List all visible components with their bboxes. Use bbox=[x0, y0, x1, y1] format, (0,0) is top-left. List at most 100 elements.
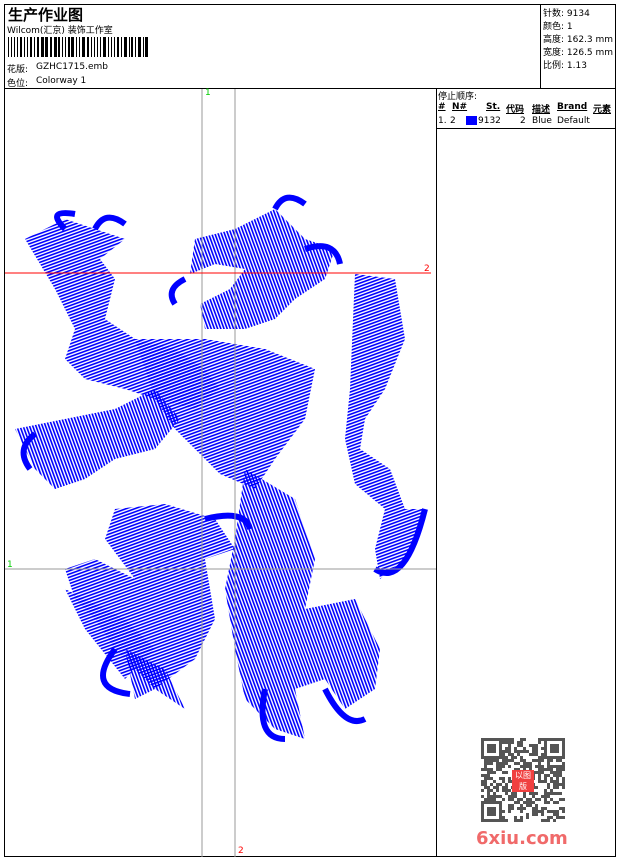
qr-module bbox=[490, 762, 493, 765]
col-index: # bbox=[438, 102, 446, 112]
qr-module bbox=[550, 771, 553, 774]
qr-module bbox=[535, 750, 538, 753]
qr-module bbox=[499, 765, 502, 768]
row-code: 2 bbox=[520, 116, 526, 126]
qr-module bbox=[511, 738, 514, 741]
qr-module bbox=[520, 810, 523, 813]
qr-module bbox=[487, 777, 490, 780]
qr-module bbox=[544, 795, 547, 798]
qr-module bbox=[541, 756, 544, 759]
qr-module bbox=[505, 786, 508, 789]
qr-module bbox=[484, 774, 487, 777]
qr-module bbox=[538, 765, 541, 768]
qr-module bbox=[490, 789, 493, 792]
qr-module bbox=[544, 801, 547, 804]
col-stitches: St. bbox=[486, 102, 501, 112]
qr-module bbox=[508, 780, 511, 783]
qr-module bbox=[508, 810, 511, 813]
qr-module bbox=[547, 786, 550, 789]
qr-module bbox=[520, 756, 523, 759]
qr-module bbox=[535, 798, 538, 801]
qr-module bbox=[481, 774, 484, 777]
qr-module bbox=[481, 768, 484, 771]
design-label: 花版: bbox=[7, 65, 29, 75]
qr-module bbox=[508, 795, 511, 798]
qr-module bbox=[520, 765, 523, 768]
qr-module bbox=[484, 798, 487, 801]
qr-module bbox=[511, 795, 514, 798]
qr-module bbox=[559, 765, 562, 768]
qr-module bbox=[523, 792, 526, 795]
qr-module bbox=[532, 795, 535, 798]
qr-module bbox=[553, 783, 556, 786]
qr-module bbox=[508, 741, 511, 744]
qr-module bbox=[502, 780, 505, 783]
qr-module bbox=[490, 798, 493, 801]
qr-module bbox=[559, 783, 562, 786]
qr-module bbox=[538, 798, 541, 801]
qr-module bbox=[505, 762, 508, 765]
qr-module bbox=[544, 774, 547, 777]
qr-module bbox=[541, 810, 544, 813]
qr-module bbox=[505, 741, 508, 744]
qr-module bbox=[517, 798, 520, 801]
qr-module bbox=[517, 762, 520, 765]
qr-module bbox=[529, 753, 532, 756]
qr-module bbox=[484, 762, 487, 765]
row-stitches: 9132 bbox=[478, 116, 501, 126]
qr-module bbox=[508, 744, 511, 747]
qr-module bbox=[526, 750, 529, 753]
qr-module bbox=[514, 747, 517, 750]
design-file: GZHC1715.emb bbox=[36, 62, 108, 72]
qr-module bbox=[541, 819, 544, 822]
qr-module bbox=[514, 795, 517, 798]
qr-module bbox=[505, 783, 508, 786]
marker-v2: 2 bbox=[238, 846, 244, 856]
qr-module bbox=[559, 771, 562, 774]
qr-module bbox=[556, 768, 559, 771]
qr-module bbox=[535, 771, 538, 774]
design-scale: 比例: 1.13 bbox=[543, 61, 587, 71]
qr-module bbox=[550, 759, 553, 762]
qr-module bbox=[559, 759, 562, 762]
qr-module bbox=[529, 762, 532, 765]
qr-module bbox=[490, 768, 493, 771]
marker-h2: 2 bbox=[424, 264, 430, 274]
qr-module bbox=[514, 792, 517, 795]
qr-module bbox=[532, 807, 535, 810]
qr-module bbox=[496, 783, 499, 786]
qr-module bbox=[532, 750, 535, 753]
row-description: Blue bbox=[532, 116, 552, 126]
qr-module bbox=[553, 765, 556, 768]
qr-module bbox=[484, 759, 487, 762]
qr-module bbox=[562, 765, 565, 768]
embroidery-region bbox=[190, 209, 335, 329]
qr-module bbox=[556, 771, 559, 774]
qr-module bbox=[523, 750, 526, 753]
qr-module bbox=[562, 762, 565, 765]
qr-module bbox=[535, 786, 538, 789]
qr-module bbox=[487, 759, 490, 762]
embroidery-curl bbox=[272, 194, 307, 211]
qr-module bbox=[496, 786, 499, 789]
qr-module bbox=[535, 753, 538, 756]
qr-module bbox=[517, 741, 520, 744]
col-element: 元素 bbox=[593, 105, 612, 115]
qr-module bbox=[532, 744, 535, 747]
production-worksheet: 生产作业图 Wilcom(汇京) 装饰工作室 花版: GZHC1715.emb … bbox=[0, 0, 620, 860]
qr-module bbox=[553, 786, 556, 789]
col-code: 代码 bbox=[506, 105, 525, 115]
qr-module bbox=[553, 780, 556, 783]
qr-module bbox=[523, 738, 526, 741]
qr-module bbox=[541, 753, 544, 756]
qr-module bbox=[514, 819, 517, 822]
qr-module bbox=[541, 795, 544, 798]
qr-module bbox=[544, 807, 547, 810]
qr-module bbox=[544, 768, 547, 771]
page-title: 生产作业图 bbox=[8, 6, 84, 24]
qr-module bbox=[493, 798, 496, 801]
qr-module bbox=[547, 762, 550, 765]
qr-module bbox=[523, 795, 526, 798]
qr-module bbox=[532, 813, 535, 816]
divider bbox=[436, 88, 437, 857]
